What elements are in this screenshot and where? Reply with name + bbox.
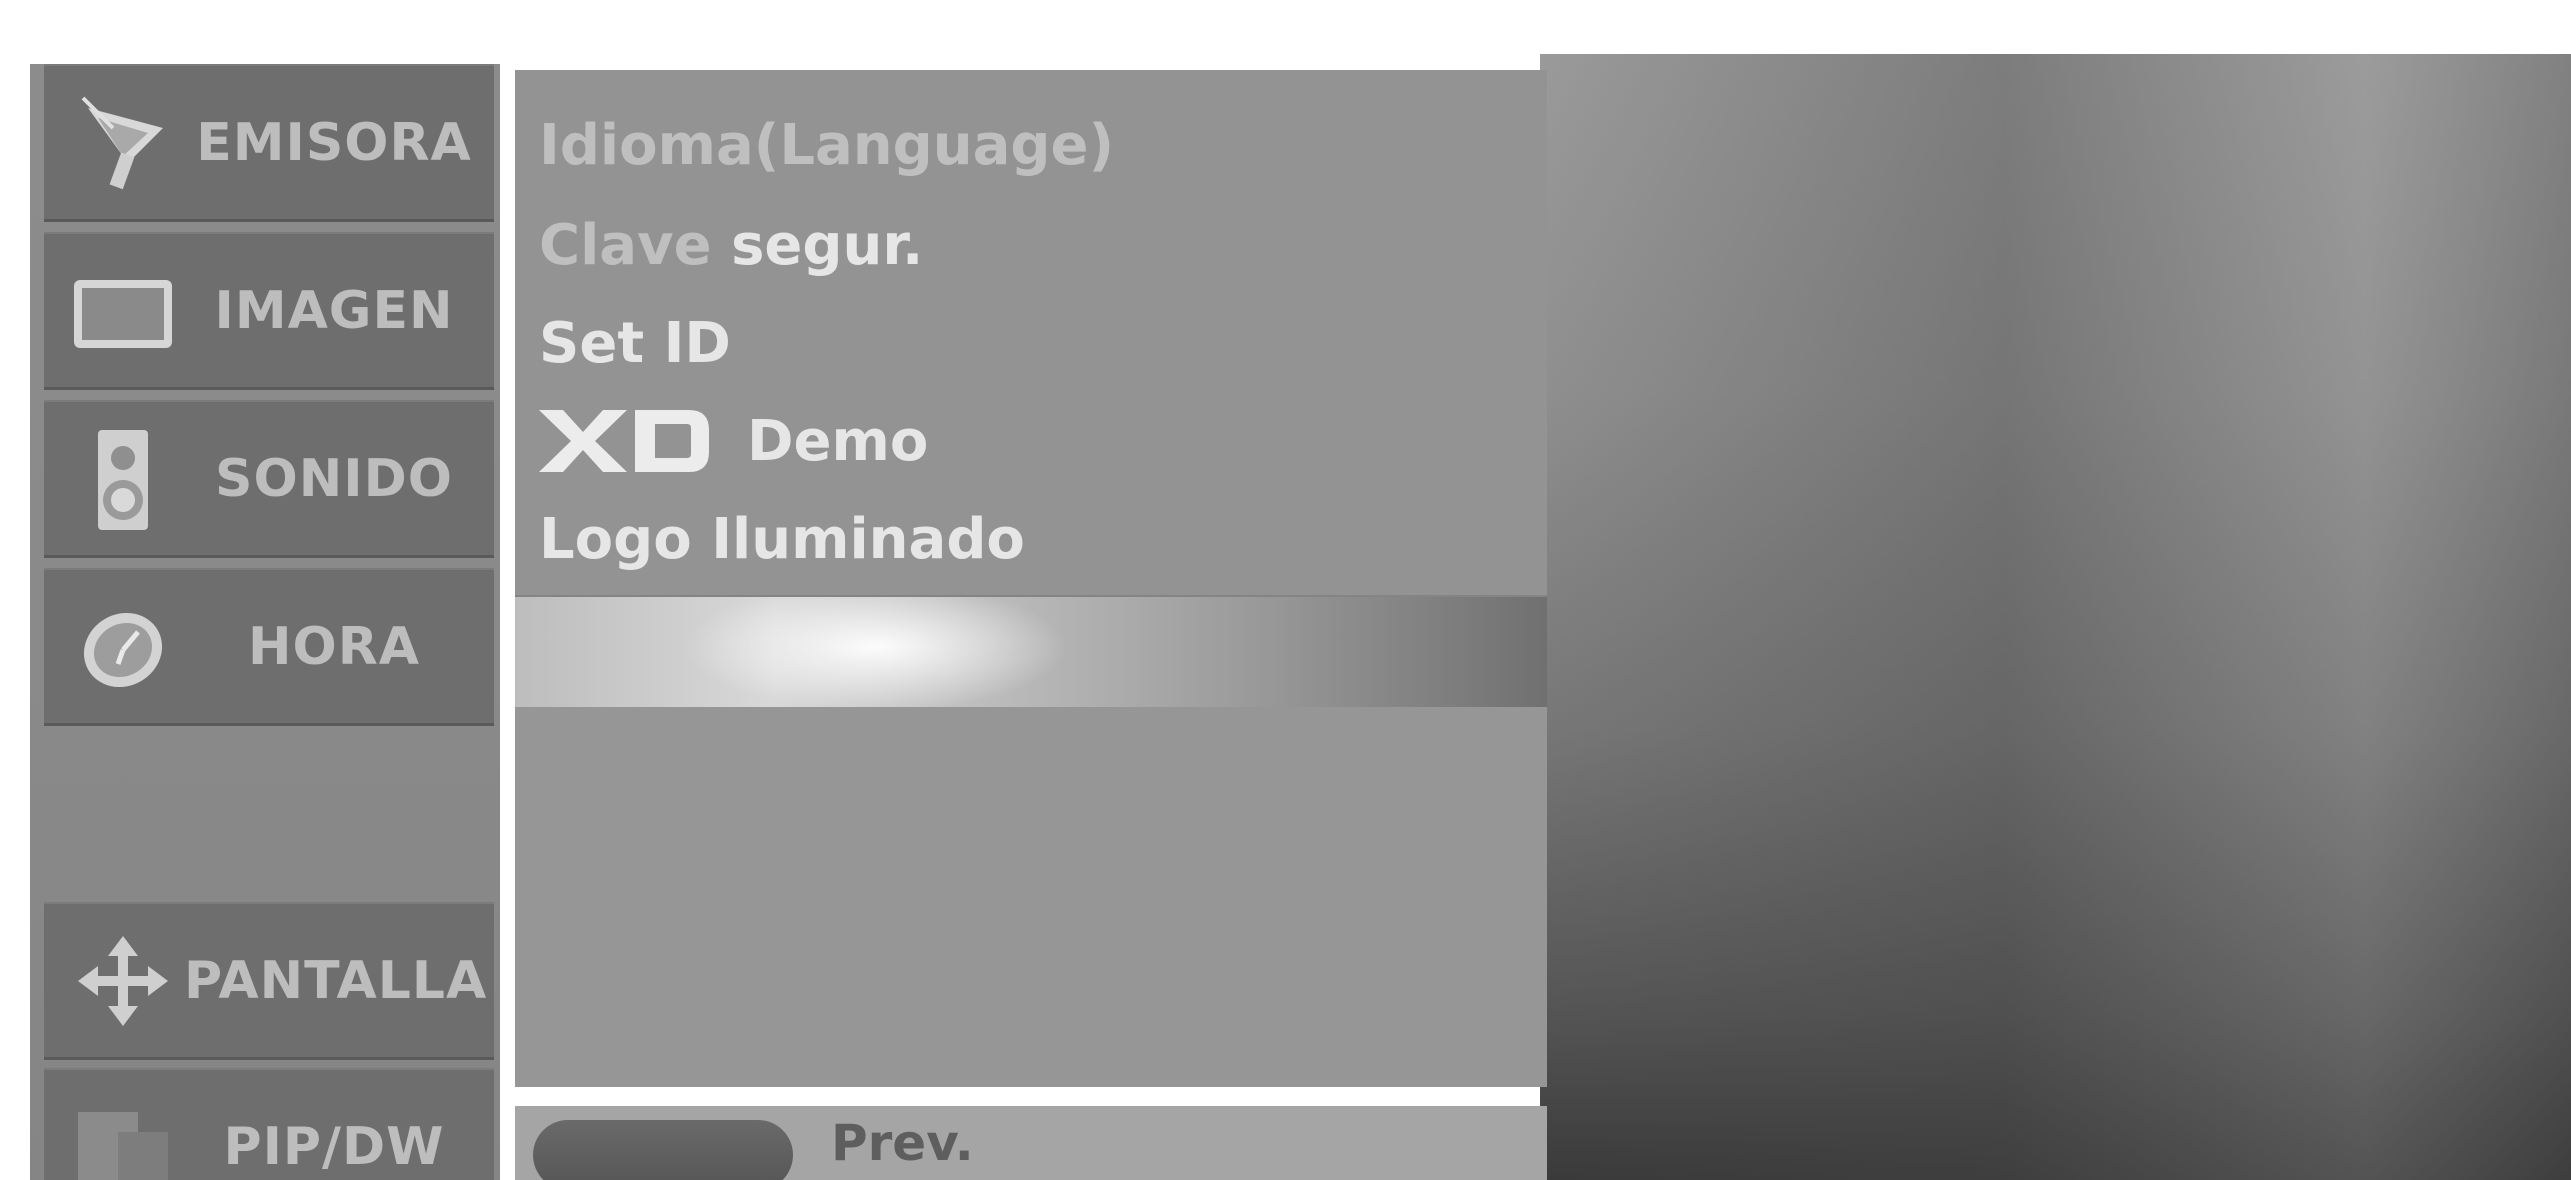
sidebar-item-hora[interactable]: HORA xyxy=(44,568,494,726)
menu-item-label-part2: segur. xyxy=(731,212,924,278)
menu-item-clave-segur[interactable]: Clave segur. xyxy=(539,200,923,290)
satellite-dish-icon xyxy=(68,88,178,198)
submenu-panel xyxy=(515,707,1547,1087)
prev-button[interactable] xyxy=(533,1120,793,1180)
speaker-icon xyxy=(68,424,178,534)
sidebar-item-emisora[interactable]: EMISORA xyxy=(44,64,494,222)
sidebar-item-pip-dw[interactable]: PIP/DW xyxy=(44,1068,494,1180)
menu-item-xd-demo[interactable]: Demo xyxy=(539,396,928,486)
sidebar-item-label: HORA xyxy=(247,617,420,677)
sidebar-item-label: IMAGEN xyxy=(214,281,454,341)
sidebar-item-label: SONIDO xyxy=(215,449,453,509)
menu-item-label-part2: Iluminado xyxy=(711,506,1025,572)
prev-label: Prev. xyxy=(831,1114,974,1172)
menu-item-idioma[interactable]: Idioma(Language) xyxy=(539,100,1114,190)
option-menu: Idioma(Language) Clave segur. Set ID Dem… xyxy=(515,70,1547,597)
sidebar-item-label: EMISORA xyxy=(196,113,472,173)
sidebar-item-sonido[interactable]: SONIDO xyxy=(44,400,494,558)
menu-item-label: Idioma(Language) xyxy=(539,112,1115,178)
xd-logo-icon xyxy=(539,410,709,472)
sidebar-item-imagen[interactable]: IMAGEN xyxy=(44,232,494,390)
move-arrows-icon xyxy=(68,926,178,1036)
sidebar-item-pantalla[interactable]: PANTALLA xyxy=(44,902,494,1060)
menu-item-label: Set ID xyxy=(539,310,731,376)
highlight-strip xyxy=(515,597,1547,707)
top-border xyxy=(0,0,2571,54)
menu-item-label-part1: Logo xyxy=(539,506,692,572)
pip-icon xyxy=(68,1092,178,1180)
menu-item-label-part1: Clave xyxy=(539,212,712,278)
clock-icon xyxy=(68,592,178,702)
menu-item-set-id[interactable]: Set ID xyxy=(539,298,731,388)
sidebar-item-label: PIP/DW xyxy=(223,1117,445,1177)
screen-icon xyxy=(68,256,178,366)
tv-menu-screen: EMISORA IMAGEN SONIDO HORA PANTALLA PIP/… xyxy=(0,0,2571,1180)
bottom-bar: Prev. xyxy=(515,1106,1547,1180)
sidebar-item-label: PANTALLA xyxy=(184,951,488,1011)
menu-item-label: Demo xyxy=(747,408,929,474)
menu-item-logo-iluminado[interactable]: Logo Iluminado xyxy=(539,494,1025,584)
background-shade xyxy=(1540,54,2571,1180)
